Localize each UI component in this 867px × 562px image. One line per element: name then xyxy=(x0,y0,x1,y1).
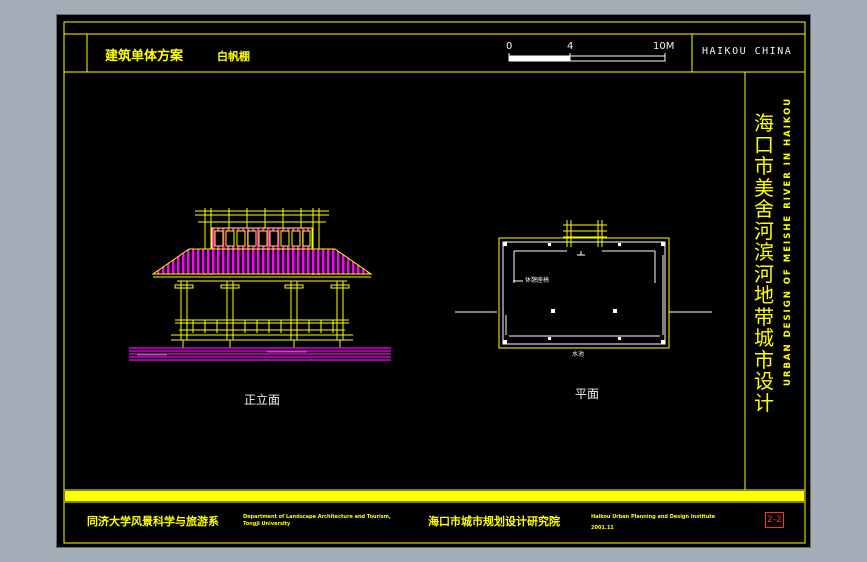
plan-columns xyxy=(503,242,665,344)
drawing-date: 2001.11 xyxy=(591,525,614,531)
school-name: 同济大学风景科学与旅游系 xyxy=(87,515,219,528)
drawing-title: 建筑单体方案 xyxy=(105,49,184,64)
cad-drawing xyxy=(63,21,806,544)
roof xyxy=(151,248,373,275)
scale-bar xyxy=(508,53,666,62)
school-name-en-2: Tongji University xyxy=(243,521,291,527)
columns xyxy=(174,281,350,340)
scale-label-4: 4 xyxy=(567,41,574,52)
water-hatch xyxy=(129,347,391,361)
institute-name: 海口市城市规划设计研究院 xyxy=(428,515,560,528)
front-elevation xyxy=(151,208,373,348)
sheet-number: 2-2 xyxy=(765,512,784,528)
school-name-en-1: Department of Landscape Architecture and… xyxy=(243,514,391,520)
clerestory-windows xyxy=(214,230,311,247)
drawing-subtitle: 白帆棚 xyxy=(217,50,250,63)
scale-label-10m: 10M xyxy=(653,41,675,52)
location-label: HAIKOU CHINA xyxy=(702,46,793,57)
drawing-sheet: 建筑单体方案 白帆棚 0 4 10M HAIKOU CHINA 海口市美舍河滨河… xyxy=(56,14,811,548)
institute-name-en: Haikou Urban Planning and Design Institu… xyxy=(591,514,716,520)
side-title-cn: 海口市美舍河滨河地带城市设计 xyxy=(754,111,774,415)
plan-note-pool: 水池 xyxy=(572,351,585,358)
side-title-en: URBAN DESIGN OF MEISHE RIVER IN HAIKOU xyxy=(783,96,793,386)
plan-label: 平面 xyxy=(575,387,600,401)
yellow-band xyxy=(65,491,804,501)
elevation-label: 正立面 xyxy=(244,393,281,407)
title-frame xyxy=(63,21,806,544)
scale-label-0: 0 xyxy=(506,41,513,52)
railing xyxy=(175,319,349,333)
plan-view xyxy=(455,220,712,349)
plan-note-seat: 休憩座椅 xyxy=(525,277,550,284)
